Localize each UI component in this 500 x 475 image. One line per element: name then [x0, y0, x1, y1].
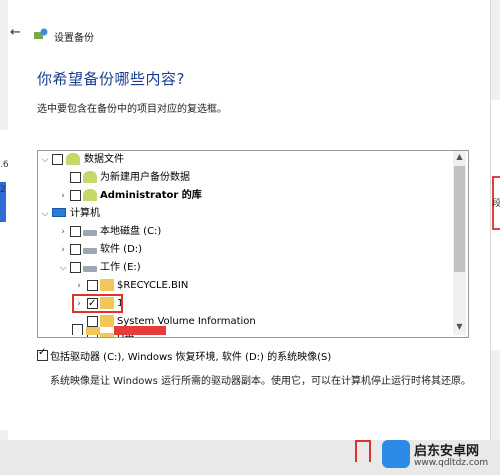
drive-icon — [83, 230, 97, 236]
drive-icon — [83, 248, 97, 254]
tree-label: 本地磁盘 (C:) — [100, 226, 162, 237]
drive-icon — [83, 266, 97, 272]
collapse-chevron-icon[interactable]: ⌵ — [40, 151, 50, 169]
tree-checkbox[interactable] — [70, 190, 81, 201]
background-hint: 段 — [492, 199, 500, 209]
tree-checkbox[interactable] — [70, 262, 81, 273]
computer-icon — [52, 208, 66, 217]
page-heading: 你希望备份哪些内容? — [37, 70, 185, 88]
tree-label: 软件 (D:) — [100, 244, 143, 255]
tree-label: 为新建用户备份数据 — [100, 172, 190, 183]
system-image-label[interactable]: 包括驱动器 (C:), Windows 恢复环境, 软件 (D:) 的系统映像(… — [50, 348, 331, 363]
expand-chevron-icon[interactable]: › — [74, 277, 84, 295]
instruction-text: 选中要包含在备份中的项目对应的复选框。 — [37, 104, 227, 115]
redacted-label — [114, 326, 166, 335]
tree-checkbox[interactable] — [70, 244, 81, 255]
background-hint: 2 — [0, 185, 6, 195]
expand-chevron-icon[interactable]: › — [58, 241, 68, 259]
tree-checkbox[interactable] — [70, 226, 81, 237]
dialog-title: 设置备份 — [54, 33, 94, 44]
collapse-chevron-icon[interactable]: ⌵ — [40, 205, 50, 223]
tree-checkbox[interactable] — [52, 154, 63, 165]
tree-checkbox[interactable] — [87, 316, 98, 327]
folder-icon — [100, 279, 114, 291]
folder-icon — [100, 315, 114, 327]
tree-checkbox[interactable] — [87, 280, 98, 291]
expand-chevron-icon[interactable]: › — [58, 223, 68, 241]
tree-label: Administrator 的库 — [100, 190, 202, 201]
watermark-logo-icon — [382, 440, 410, 468]
tree-label: 数据文件 — [84, 154, 124, 165]
scrollbar-thumb[interactable] — [454, 166, 465, 272]
folder-icon — [100, 333, 114, 337]
watermark-url: www.qdltdz.com — [414, 458, 489, 468]
user-icon — [83, 189, 97, 201]
backup-app-icon — [34, 28, 48, 39]
backup-tree[interactable]: ⌵ 数据文件 为新建用户备份数据 › Administrator 的库 ⌵ 计算… — [37, 150, 469, 338]
tree-label: 计算机 — [70, 208, 100, 219]
tree-checkbox[interactable] — [70, 172, 81, 183]
selection-highlight — [72, 294, 123, 313]
tree-label: $RECYCLE.BIN — [117, 280, 189, 291]
collapse-chevron-icon[interactable]: ⌵ — [58, 259, 68, 277]
expand-chevron-icon[interactable]: › — [58, 187, 68, 205]
user-icon — [83, 171, 97, 183]
tree-label: 工作 (E:) — [100, 262, 141, 273]
tree-checkbox[interactable] — [72, 324, 83, 335]
users-icon — [66, 153, 80, 165]
watermark-name: 启东安卓网 — [414, 444, 480, 459]
scroll-up-icon[interactable]: ▲ — [453, 152, 466, 164]
scroll-down-icon[interactable]: ▼ — [453, 322, 466, 334]
next-button-highlight — [355, 440, 371, 462]
folder-icon — [86, 327, 100, 335]
system-image-description: 系统映像是让 Windows 运行所需的驱动器副本。使用它，可以在计算机停止运行… — [50, 376, 471, 387]
system-image-checkbox[interactable] — [37, 347, 48, 361]
back-arrow-icon[interactable]: ← — [10, 26, 24, 40]
